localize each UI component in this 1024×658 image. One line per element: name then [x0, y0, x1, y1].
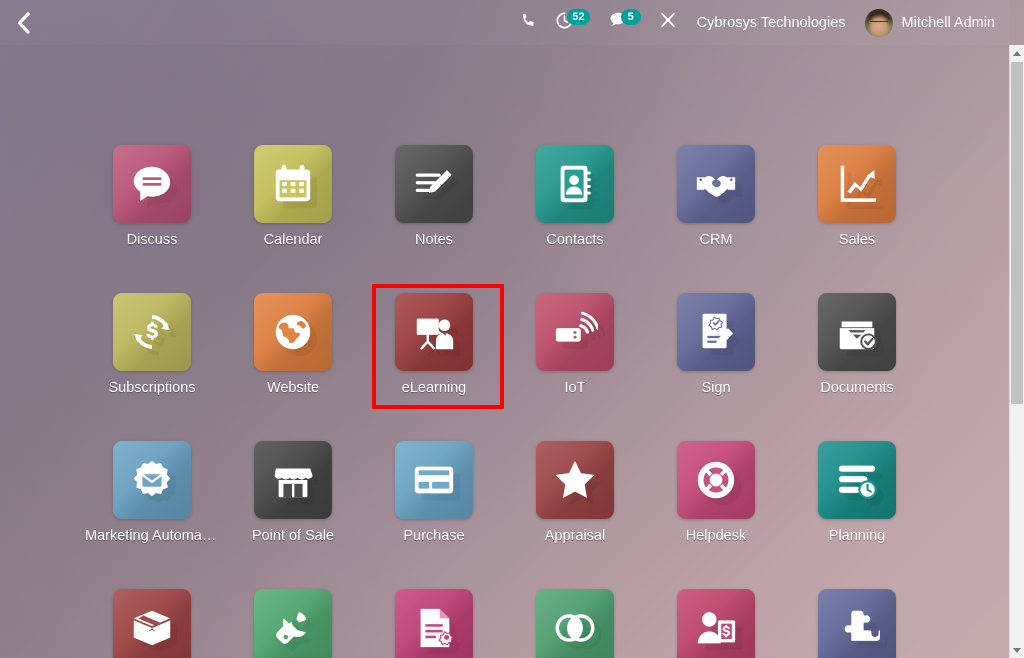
app-tile-payroll[interactable]: Payroll	[646, 589, 787, 658]
app-label: Notes	[415, 232, 453, 248]
app-tile-project[interactable]: Project	[787, 589, 928, 658]
app-tile-manufacturing[interactable]: Manufacturing	[223, 589, 364, 658]
crm-handshake-icon[interactable]	[677, 145, 755, 223]
app-label: Sales	[838, 232, 876, 248]
activity-count-badge: 52	[567, 8, 590, 25]
appraisal-star-icon[interactable]	[536, 441, 614, 519]
app-label: Point of Sale	[251, 528, 335, 544]
app-tile-documents[interactable]: Documents	[787, 293, 928, 396]
app-tile-discuss[interactable]: Discuss	[82, 145, 223, 248]
navbar-right-group: 52 5 Cybrosys Technologies Mitchell Admi…	[511, 0, 1009, 45]
wrench-tools-icon	[659, 11, 677, 34]
user-avatar	[864, 8, 893, 37]
vertical-scrollbar[interactable]	[1009, 45, 1024, 658]
app-label: Planning	[828, 528, 886, 544]
app-label: CRM	[699, 232, 733, 248]
app-label: Contacts	[546, 232, 604, 248]
app-tile-notes[interactable]: Notes	[364, 145, 505, 248]
app-tile-inventory[interactable]: Inventory	[82, 589, 223, 658]
app-label: Subscriptions	[108, 380, 196, 396]
app-label: Purchase	[403, 528, 465, 544]
scrollbar-thumb[interactable]	[1011, 62, 1023, 404]
app-label: IoT	[564, 380, 586, 396]
sales-chart-icon[interactable]	[818, 145, 896, 223]
app-tile-contacts[interactable]: Contacts	[505, 145, 646, 248]
app-tile-website[interactable]: Website	[223, 293, 364, 396]
iot-signal-icon[interactable]	[536, 293, 614, 371]
app-tile-marketing-automat[interactable]: Marketing Automat…	[82, 441, 223, 544]
app-label: Documents	[820, 380, 894, 396]
discuss-chat-icon[interactable]	[113, 145, 191, 223]
planning-schedule-icon[interactable]	[818, 441, 896, 519]
calendar-icon[interactable]	[254, 145, 332, 223]
consolidation-venn-icon[interactable]	[536, 589, 614, 658]
user-menu[interactable]: Mitchell Admin	[857, 8, 995, 37]
app-tile-sales[interactable]: Sales	[787, 145, 928, 248]
app-tile-subscriptions[interactable]: Subscriptions	[82, 293, 223, 396]
app-tile-elearning[interactable]: eLearning	[364, 284, 505, 409]
messages-menu-button[interactable]: 5	[599, 0, 650, 45]
app-label: Calendar	[263, 232, 323, 248]
back-button[interactable]	[0, 0, 46, 45]
app-tile-point-of-sale[interactable]: Point of Sale	[223, 441, 364, 544]
payroll-person-icon[interactable]	[677, 589, 755, 658]
purchase-card-icon[interactable]	[395, 441, 473, 519]
developer-tools-button[interactable]	[650, 0, 686, 45]
triangle-down-icon	[1013, 647, 1021, 653]
chevron-left-icon	[16, 11, 31, 34]
app-tile-helpdesk[interactable]: Helpdesk	[646, 441, 787, 544]
marketing-gear-mail-icon[interactable]	[113, 441, 191, 519]
app-tile-crm[interactable]: CRM	[646, 145, 787, 248]
documents-tray-icon[interactable]	[818, 293, 896, 371]
activity-menu-button[interactable]: 52	[546, 0, 598, 45]
notes-pencil-icon[interactable]	[395, 145, 473, 223]
apps-scroll-area: Discuss Calendar Notes Contacts CRM Sales Subs…	[0, 45, 1009, 658]
helpdesk-lifebuoy-icon[interactable]	[677, 441, 755, 519]
manufacturing-wrench-icon[interactable]	[254, 589, 332, 658]
app-tile-calendar[interactable]: Calendar	[223, 145, 364, 248]
app-tile-purchase[interactable]: Purchase	[364, 441, 505, 544]
scroll-down-button[interactable]	[1010, 642, 1024, 658]
pos-store-icon[interactable]	[254, 441, 332, 519]
app-label: eLearning	[401, 380, 467, 396]
subscriptions-recur-icon[interactable]	[113, 293, 191, 371]
elearning-board-icon[interactable]	[395, 293, 473, 371]
inventory-box-icon[interactable]	[113, 589, 191, 658]
phone-button[interactable]	[511, 0, 546, 45]
app-tile-appraisal[interactable]: Appraisal	[505, 441, 646, 544]
messages-count-badge: 5	[620, 8, 641, 25]
project-puzzle-icon[interactable]	[818, 589, 896, 658]
app-label: Sign	[701, 380, 731, 396]
app-tile-iot[interactable]: IoT	[505, 293, 646, 396]
app-label: Discuss	[126, 232, 178, 248]
apps-grid: Discuss Calendar Notes Contacts CRM Sales Subs…	[0, 45, 1009, 658]
app-label: Appraisal	[544, 528, 606, 544]
phone-icon	[520, 12, 537, 34]
app-label: Helpdesk	[685, 528, 747, 544]
contacts-book-icon[interactable]	[536, 145, 614, 223]
app-tile-accounting[interactable]: Accounting	[364, 589, 505, 658]
app-label: Website	[266, 380, 320, 396]
scroll-up-button[interactable]	[1010, 45, 1024, 61]
odoo-apps-home: 52 5 Cybrosys Technologies Mitchell Admi…	[0, 0, 1024, 658]
accounting-doc-gear-icon[interactable]	[395, 589, 473, 658]
company-switcher[interactable]: Cybrosys Technologies	[686, 15, 857, 31]
app-label: Marketing Automat…	[85, 528, 219, 544]
website-globe-icon[interactable]	[254, 293, 332, 371]
sign-document-icon[interactable]	[677, 293, 755, 371]
app-tile-consolidation[interactable]: Consolidation	[505, 589, 646, 658]
app-tile-planning[interactable]: Planning	[787, 441, 928, 544]
top-navbar: 52 5 Cybrosys Technologies Mitchell Admi…	[0, 0, 1009, 45]
triangle-up-icon	[1013, 50, 1021, 56]
user-name-label: Mitchell Admin	[901, 14, 995, 31]
app-tile-sign[interactable]: Sign	[646, 293, 787, 396]
